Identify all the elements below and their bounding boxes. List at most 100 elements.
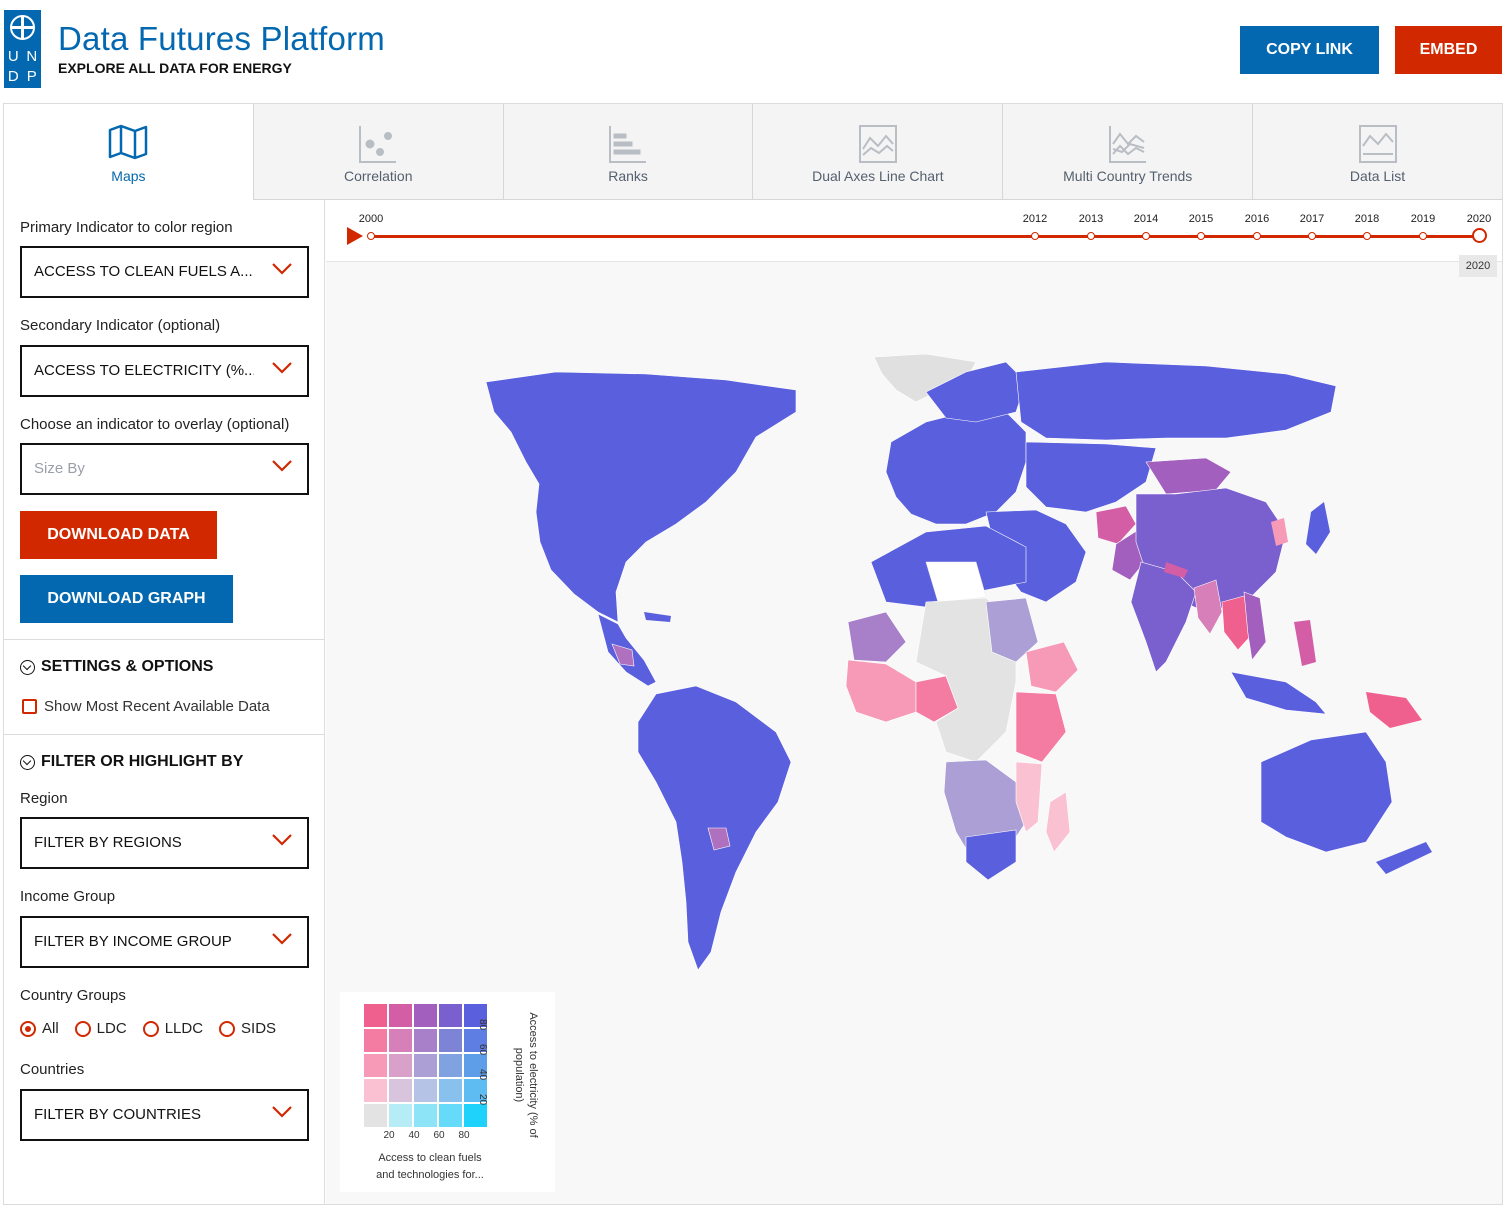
tab-multi-country-trends[interactable]: Multi Country Trends — [1003, 104, 1254, 200]
tab-label: Correlation — [344, 168, 413, 184]
copy-link-button[interactable]: COPY LINK — [1240, 26, 1379, 74]
chevron-down-icon — [272, 460, 292, 472]
tab-dual-axes-line-chart[interactable]: Dual Axes Line Chart — [753, 104, 1004, 200]
map-region-south-africa — [965, 829, 1017, 881]
filter-toggle[interactable]: FILTER OR HIGHLIGHT BY — [20, 753, 243, 771]
legend-y-tick: 40 — [477, 1069, 488, 1081]
legend-color-cell — [439, 1079, 462, 1102]
legend-color-cell — [414, 1004, 437, 1027]
map-region-north-america — [485, 371, 797, 623]
map-region-caribbean — [644, 612, 671, 622]
overlay-indicator-select[interactable]: Size By — [20, 443, 309, 495]
radio-dot[interactable] — [74, 1020, 91, 1037]
overlay-indicator-label: Choose an indicator to overlay (optional… — [20, 416, 290, 433]
timeline-year-label[interactable]: 2012 — [1023, 213, 1047, 225]
settings-toggle[interactable]: SETTINGS & OPTIONS — [20, 658, 213, 676]
timeline-year-marker[interactable] — [1087, 232, 1095, 240]
undp-logo[interactable]: U N D P — [4, 10, 41, 88]
tab-data-list[interactable]: Data List — [1253, 104, 1502, 200]
timeline-year-marker[interactable] — [1472, 228, 1487, 243]
scatter-icon — [359, 126, 397, 163]
timeline-year-marker[interactable] — [1142, 232, 1150, 240]
radio-dot[interactable] — [219, 1020, 236, 1037]
legend-y-tick: 80 — [477, 1019, 488, 1031]
legend-color-cell — [414, 1054, 437, 1077]
legend-x-label: Access to clean fuels and technologies f… — [360, 1150, 500, 1184]
select-value: FILTER BY COUNTRIES — [34, 1106, 201, 1123]
legend-color-cell — [389, 1004, 412, 1027]
map-region-new-zealand — [1376, 842, 1432, 874]
timeline-year-marker[interactable] — [1419, 232, 1427, 240]
primary-indicator-select[interactable]: ACCESS TO CLEAN FUELS A... — [20, 246, 309, 298]
legend-x-tick: 60 — [433, 1130, 445, 1141]
map-region-australia — [1260, 731, 1393, 853]
income-group-select[interactable]: FILTER BY INCOME GROUP — [20, 916, 309, 968]
timeline-year-label[interactable]: 2000 — [359, 213, 383, 225]
legend-color-cell — [439, 1054, 462, 1077]
tab-label: Ranks — [608, 168, 648, 184]
map-region-papua — [1366, 692, 1422, 728]
view-tabs: Maps Correlation Ranks Dual Axes Line Ch… — [4, 104, 1502, 200]
select-placeholder: Size By — [34, 460, 85, 477]
timeline-year-label[interactable]: 2013 — [1079, 213, 1103, 225]
map-region-west-africa-blue — [847, 611, 907, 663]
radio-all[interactable]: All — [20, 1020, 59, 1037]
timeline-year-label[interactable]: 2018 — [1355, 213, 1379, 225]
world-choropleth-map[interactable] — [326, 262, 1502, 982]
legend-color-cell — [414, 1029, 437, 1052]
download-graph-button[interactable]: DOWNLOAD GRAPH — [20, 575, 233, 623]
chevron-down-icon — [272, 1106, 292, 1118]
radio-dot[interactable] — [20, 1020, 36, 1037]
multi-line-icon — [1108, 126, 1146, 163]
map-region-japan — [1306, 502, 1330, 554]
timeline-year-label[interactable]: 2017 — [1300, 213, 1324, 225]
timeline-year-marker[interactable] — [1031, 232, 1039, 240]
play-icon[interactable] — [347, 227, 363, 245]
settings-heading: SETTINGS & OPTIONS — [41, 658, 214, 675]
map-panel: 2000 2012 2013 2014 2015 2016 2017 2018 2019 2020… — [326, 200, 1502, 1204]
radio-sids[interactable]: SIDS — [219, 1020, 276, 1037]
timeline-year-label[interactable]: 2016 — [1245, 213, 1269, 225]
tab-maps[interactable]: Maps — [4, 104, 254, 200]
legend-color-cell — [439, 1029, 462, 1052]
radio-ldc[interactable]: LDC — [74, 1020, 127, 1037]
radio-dot[interactable] — [142, 1020, 159, 1037]
tab-correlation[interactable]: Correlation — [253, 104, 504, 200]
page-title: Data Futures Platform — [58, 20, 385, 57]
tab-ranks[interactable]: Ranks — [503, 104, 754, 200]
embed-button[interactable]: EMBED — [1395, 26, 1502, 74]
year-timeline[interactable]: 2000 2012 2013 2014 2015 2016 2017 2018 2019 2020 — [326, 200, 1502, 262]
radio-label: SIDS — [241, 1020, 277, 1037]
legend-color-cell — [439, 1004, 462, 1027]
secondary-indicator-label: Secondary Indicator (optional) — [20, 317, 221, 334]
timeline-year-marker[interactable] — [1253, 232, 1261, 240]
divider — [4, 734, 324, 735]
most-recent-checkbox[interactable] — [22, 699, 37, 714]
logo-letter: D — [7, 68, 19, 85]
timeline-year-label[interactable]: 2014 — [1134, 213, 1158, 225]
timeline-year-marker[interactable] — [1363, 232, 1371, 240]
divider — [4, 639, 324, 640]
radio-lldc[interactable]: LLDC — [142, 1020, 203, 1037]
timeline-year-label[interactable]: 2019 — [1411, 213, 1435, 225]
select-value: ACCESS TO CLEAN FUELS A... — [34, 263, 253, 280]
timeline-year-marker[interactable] — [1308, 232, 1316, 240]
legend-color-cell — [389, 1029, 412, 1052]
legend-color-cell — [414, 1104, 437, 1127]
timeline-year-label[interactable]: 2020 — [1467, 213, 1491, 225]
tab-label: Multi Country Trends — [1063, 168, 1193, 184]
region-select[interactable]: FILTER BY REGIONS — [20, 817, 309, 869]
timeline-year-marker[interactable] — [367, 232, 375, 240]
legend-color-cell — [364, 1004, 387, 1027]
timeline-year-label[interactable]: 2015 — [1189, 213, 1213, 225]
timeline-year-marker[interactable] — [1197, 232, 1205, 240]
secondary-indicator-select[interactable]: ACCESS TO ELECTRICITY (%... — [20, 345, 309, 397]
countries-select[interactable]: FILTER BY COUNTRIES — [20, 1089, 309, 1141]
legend-color-cell — [364, 1104, 387, 1127]
tab-label: Dual Axes Line Chart — [812, 168, 944, 184]
legend-color-cell — [364, 1029, 387, 1052]
legend-y-tick: 60 — [477, 1044, 488, 1056]
download-data-button[interactable]: DOWNLOAD DATA — [20, 511, 217, 559]
legend-color-cell — [414, 1079, 437, 1102]
logo-letter: U — [7, 48, 19, 65]
